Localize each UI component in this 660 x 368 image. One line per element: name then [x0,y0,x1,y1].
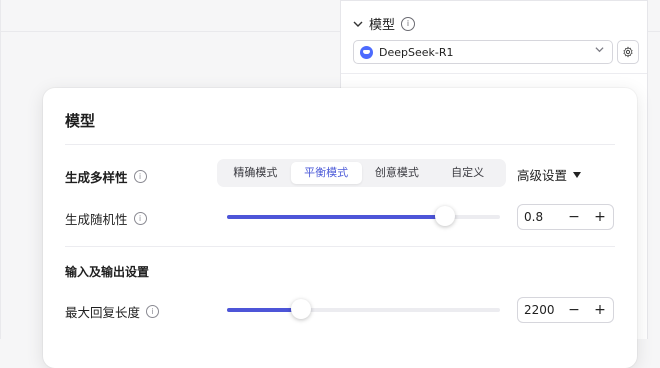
max-reply-value-input[interactable]: 2200 [518,303,561,317]
advanced-settings-label: 高级设置 [517,168,568,183]
io-section-title: 输入及输出设置 [65,265,150,279]
diversity-label-text: 生成多样性 [65,170,128,185]
randomness-slider[interactable] [227,206,500,226]
side-panel-header[interactable]: 模型 i [353,14,416,33]
model-settings-popup: 模型 生成多样性 i 精确模式 平衡模式 创意模式 自定义 高级设置 生成随机性… [43,88,637,368]
info-icon[interactable]: i [133,212,147,225]
chevron-down-icon [353,21,363,27]
model-select-value: DeepSeek-R1 [379,45,454,59]
randomness-stepper: 0.8 − + [517,204,614,230]
max-reply-slider-thumb[interactable] [290,299,311,319]
side-panel-title: 模型 [369,18,396,33]
max-reply-increment-button[interactable]: + [587,302,613,318]
info-icon[interactable]: i [146,305,160,318]
advanced-settings-toggle[interactable]: 高级设置 [517,165,582,184]
mode-tab-precise[interactable]: 精确模式 [220,162,291,184]
caret-down-icon [573,171,582,178]
mode-tab-balanced[interactable]: 平衡模式 [290,162,362,184]
diversity-mode-tabs: 精确模式 平衡模式 创意模式 自定义 [217,159,506,187]
max-reply-slider-fill [227,308,301,312]
randomness-slider-fill [227,215,446,219]
max-reply-decrement-button[interactable]: − [561,302,587,318]
model-settings-button[interactable] [617,40,639,64]
randomness-slider-thumb[interactable] [435,206,456,226]
mode-tab-creative[interactable]: 创意模式 [362,162,433,184]
randomness-label: 生成随机性 i [65,209,147,228]
chevron-down-icon [595,47,604,53]
randomness-label-text: 生成随机性 [65,212,128,227]
randomness-decrement-button[interactable]: − [561,209,587,225]
info-icon[interactable]: i [133,170,147,183]
model-select[interactable]: DeepSeek-R1 [353,40,613,64]
popup-title: 模型 [65,112,96,130]
deepseek-logo-icon [360,45,373,59]
max-reply-label: 最大回复长度 i [65,302,160,321]
max-reply-label-text: 最大回复长度 [65,305,141,320]
max-reply-slider[interactable] [227,299,500,319]
randomness-increment-button[interactable]: + [587,209,613,225]
randomness-value-input[interactable]: 0.8 [518,210,561,224]
info-icon: i [401,16,416,31]
gear-icon [623,46,633,58]
diversity-label: 生成多样性 i [65,167,147,186]
mode-tab-custom[interactable]: 自定义 [432,162,503,184]
max-reply-stepper: 2200 − + [517,297,614,323]
